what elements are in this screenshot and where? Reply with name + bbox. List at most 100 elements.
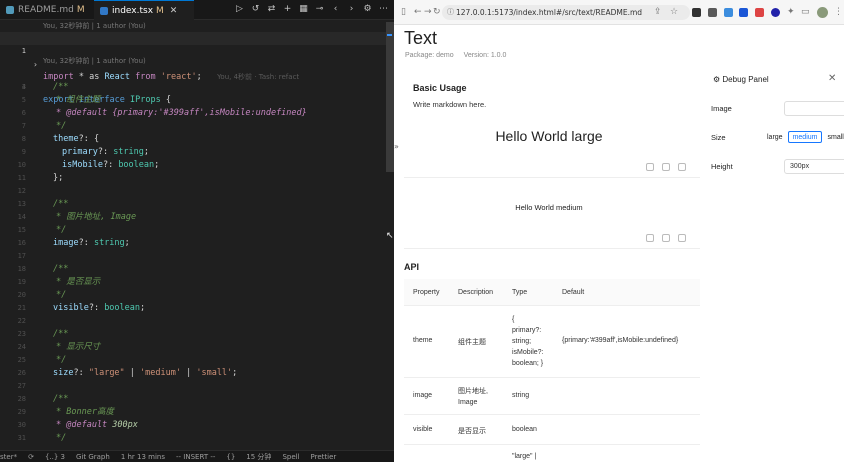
image-input[interactable] bbox=[784, 101, 844, 116]
next-change-icon[interactable]: › bbox=[347, 4, 356, 14]
spell-status[interactable]: Spell bbox=[282, 453, 299, 461]
history-icon[interactable]: ↺ bbox=[251, 4, 260, 14]
share-icon[interactable]: ⇪ bbox=[654, 7, 662, 17]
size-segmented-control: large medium small bbox=[762, 131, 844, 143]
code-line: 19 * 是否显示 bbox=[17, 277, 101, 287]
extension-icon[interactable] bbox=[724, 8, 733, 17]
browser-toolbar: ▯ ← → ↻ ⓘ 127.0.0.1:5173/index.html#/src… bbox=[394, 0, 844, 25]
height-input[interactable]: 300px bbox=[784, 159, 844, 174]
prettier-status[interactable]: Prettier bbox=[311, 453, 337, 461]
extension-icon[interactable] bbox=[692, 8, 701, 17]
tab-label: README.md bbox=[18, 5, 74, 15]
basic-usage-desc: Write markdown here. bbox=[413, 100, 487, 109]
git-commit-icon[interactable]: ⊸ bbox=[315, 4, 324, 14]
code-editor: README.md M index.tsx M ✕ ▷ ↺ ⇄ + ▦ ⊸ ‹ … bbox=[0, 0, 394, 462]
previous-change-icon[interactable]: ‹ bbox=[331, 4, 340, 14]
split-icon[interactable]: ▦ bbox=[299, 4, 308, 14]
lock-icon: ⓘ bbox=[447, 8, 454, 16]
back-icon[interactable]: ← bbox=[414, 7, 422, 17]
menu-icon[interactable]: ⋮ bbox=[834, 7, 843, 17]
scrollbar-thumb[interactable] bbox=[386, 22, 394, 172]
extension-icon[interactable] bbox=[771, 8, 780, 17]
problems-status[interactable]: {..} 3 bbox=[45, 453, 65, 461]
code-area[interactable]: You, 32秒钟前 | 1 author (You) 1 › import *… bbox=[0, 22, 394, 450]
forward-icon[interactable]: → bbox=[424, 7, 432, 17]
reload-icon[interactable]: ↻ bbox=[433, 7, 441, 17]
code-line: 17 bbox=[17, 252, 26, 260]
markdown-file-icon bbox=[6, 6, 14, 14]
basic-usage-title: Basic Usage bbox=[413, 83, 467, 93]
bug-icon: ⚙ bbox=[713, 75, 721, 84]
typescript-file-icon bbox=[100, 6, 108, 15]
code-line: 24 * 显示尺寸 bbox=[17, 342, 101, 352]
code-sandbox-icon[interactable] bbox=[646, 163, 654, 171]
copy-icon[interactable] bbox=[662, 234, 670, 242]
url-text: 127.0.0.1:5173/index.html#/src/text/READ… bbox=[456, 8, 643, 17]
settings-icon[interactable]: ⚙ bbox=[363, 4, 372, 14]
close-icon[interactable]: ✕ bbox=[828, 73, 836, 84]
tab-index[interactable]: index.tsx M ✕ bbox=[94, 0, 194, 20]
editor-actions: ▷ ↺ ⇄ + ▦ ⊸ ‹ › ⚙ ⋯ bbox=[235, 4, 388, 14]
size-option-medium[interactable]: medium bbox=[787, 131, 823, 143]
expand-code-icon[interactable] bbox=[678, 163, 686, 171]
translate-extension-icon[interactable] bbox=[739, 8, 748, 17]
braces-status[interactable]: {} bbox=[226, 453, 235, 461]
add-icon[interactable]: + bbox=[283, 4, 292, 14]
address-bar[interactable]: ⓘ 127.0.0.1:5173/index.html#/src/text/RE… bbox=[442, 5, 690, 20]
editor-tab-bar: README.md M index.tsx M ✕ ▷ ↺ ⇄ + ▦ ⊸ ‹ … bbox=[0, 0, 394, 20]
tab-readme[interactable]: README.md M bbox=[0, 0, 92, 20]
extension-icon[interactable] bbox=[755, 8, 764, 17]
code-line: 6 * @default {primary:'#399aff',isMobile:… bbox=[21, 108, 307, 118]
extensions-puzzle-icon[interactable]: ✦ bbox=[787, 7, 795, 17]
code-line: 7 */ bbox=[21, 121, 67, 131]
sidebar-toggle-icon[interactable]: ▯ bbox=[401, 7, 406, 17]
code-line: 28/** bbox=[17, 394, 69, 404]
modified-indicator: M bbox=[156, 5, 164, 16]
code-line: 25 */ bbox=[17, 355, 67, 365]
blame-annotation: You, 32秒钟前 | 1 author (You) bbox=[43, 57, 146, 65]
bookmark-star-icon[interactable]: ☆ bbox=[670, 7, 678, 17]
avatar[interactable] bbox=[817, 7, 828, 18]
extension-icon[interactable] bbox=[708, 8, 717, 17]
table-row: theme 组件主题 { primary?: string; isMobile?… bbox=[404, 306, 700, 378]
code-line: 14 * 图片地址, Image bbox=[17, 212, 137, 222]
table-header: Property Description Type Default bbox=[404, 279, 700, 306]
sync-icon[interactable]: ⟳ bbox=[28, 453, 34, 461]
run-icon[interactable]: ▷ bbox=[235, 4, 244, 14]
compare-icon[interactable]: ⇄ bbox=[267, 4, 276, 14]
code-line: 26 size?: "large" | 'medium' | 'small'; bbox=[17, 368, 238, 378]
more-icon[interactable]: ⋯ bbox=[379, 4, 388, 14]
branch-status[interactable]: ster* bbox=[0, 453, 17, 461]
git-graph-status[interactable]: Git Graph bbox=[76, 453, 110, 461]
code-line: 12 bbox=[17, 187, 26, 195]
code-line: 9 primary?: string; bbox=[21, 147, 150, 157]
chevron-double-right-icon[interactable]: » bbox=[394, 142, 399, 151]
ago-status: 15 分钟 bbox=[246, 452, 272, 461]
debug-panel: ⚙ Debug Panel ✕ Image Size large medium … bbox=[704, 25, 844, 462]
code-line: 13/** bbox=[17, 199, 69, 209]
code-line: 10 isMobile?: boolean; bbox=[17, 160, 160, 170]
version-label: Version: 1.0.0 bbox=[463, 52, 507, 59]
expand-code-icon[interactable] bbox=[678, 234, 686, 242]
demo-medium: Hello World medium bbox=[515, 203, 583, 212]
code-line: 29 * Bonner高度 bbox=[17, 407, 114, 417]
table-row: "large" | bbox=[512, 453, 537, 460]
size-option-large[interactable]: large bbox=[762, 131, 788, 143]
api-title: API bbox=[404, 262, 420, 272]
browser-window: ▯ ← → ↻ ⓘ 127.0.0.1:5173/index.html#/src… bbox=[394, 0, 844, 462]
code-line: 16 image?: string; bbox=[17, 238, 130, 248]
package-label: Package: demo bbox=[405, 52, 454, 59]
code-line: 8 theme?: { bbox=[21, 134, 100, 144]
page-title: Text bbox=[404, 28, 438, 48]
cursor-marker bbox=[387, 34, 392, 36]
close-icon[interactable]: ✕ bbox=[170, 6, 178, 16]
sidebar-icon[interactable]: ▭ bbox=[801, 7, 810, 17]
size-option-small[interactable]: small bbox=[822, 131, 844, 143]
debug-panel-title: ⚙ Debug Panel bbox=[713, 75, 769, 84]
code-sandbox-icon[interactable] bbox=[646, 234, 654, 242]
code-line: 11}; bbox=[17, 173, 64, 183]
column-header: Description bbox=[458, 289, 494, 296]
demo-actions bbox=[646, 163, 686, 171]
copy-icon[interactable] bbox=[662, 163, 670, 171]
modified-indicator: M bbox=[76, 5, 85, 15]
